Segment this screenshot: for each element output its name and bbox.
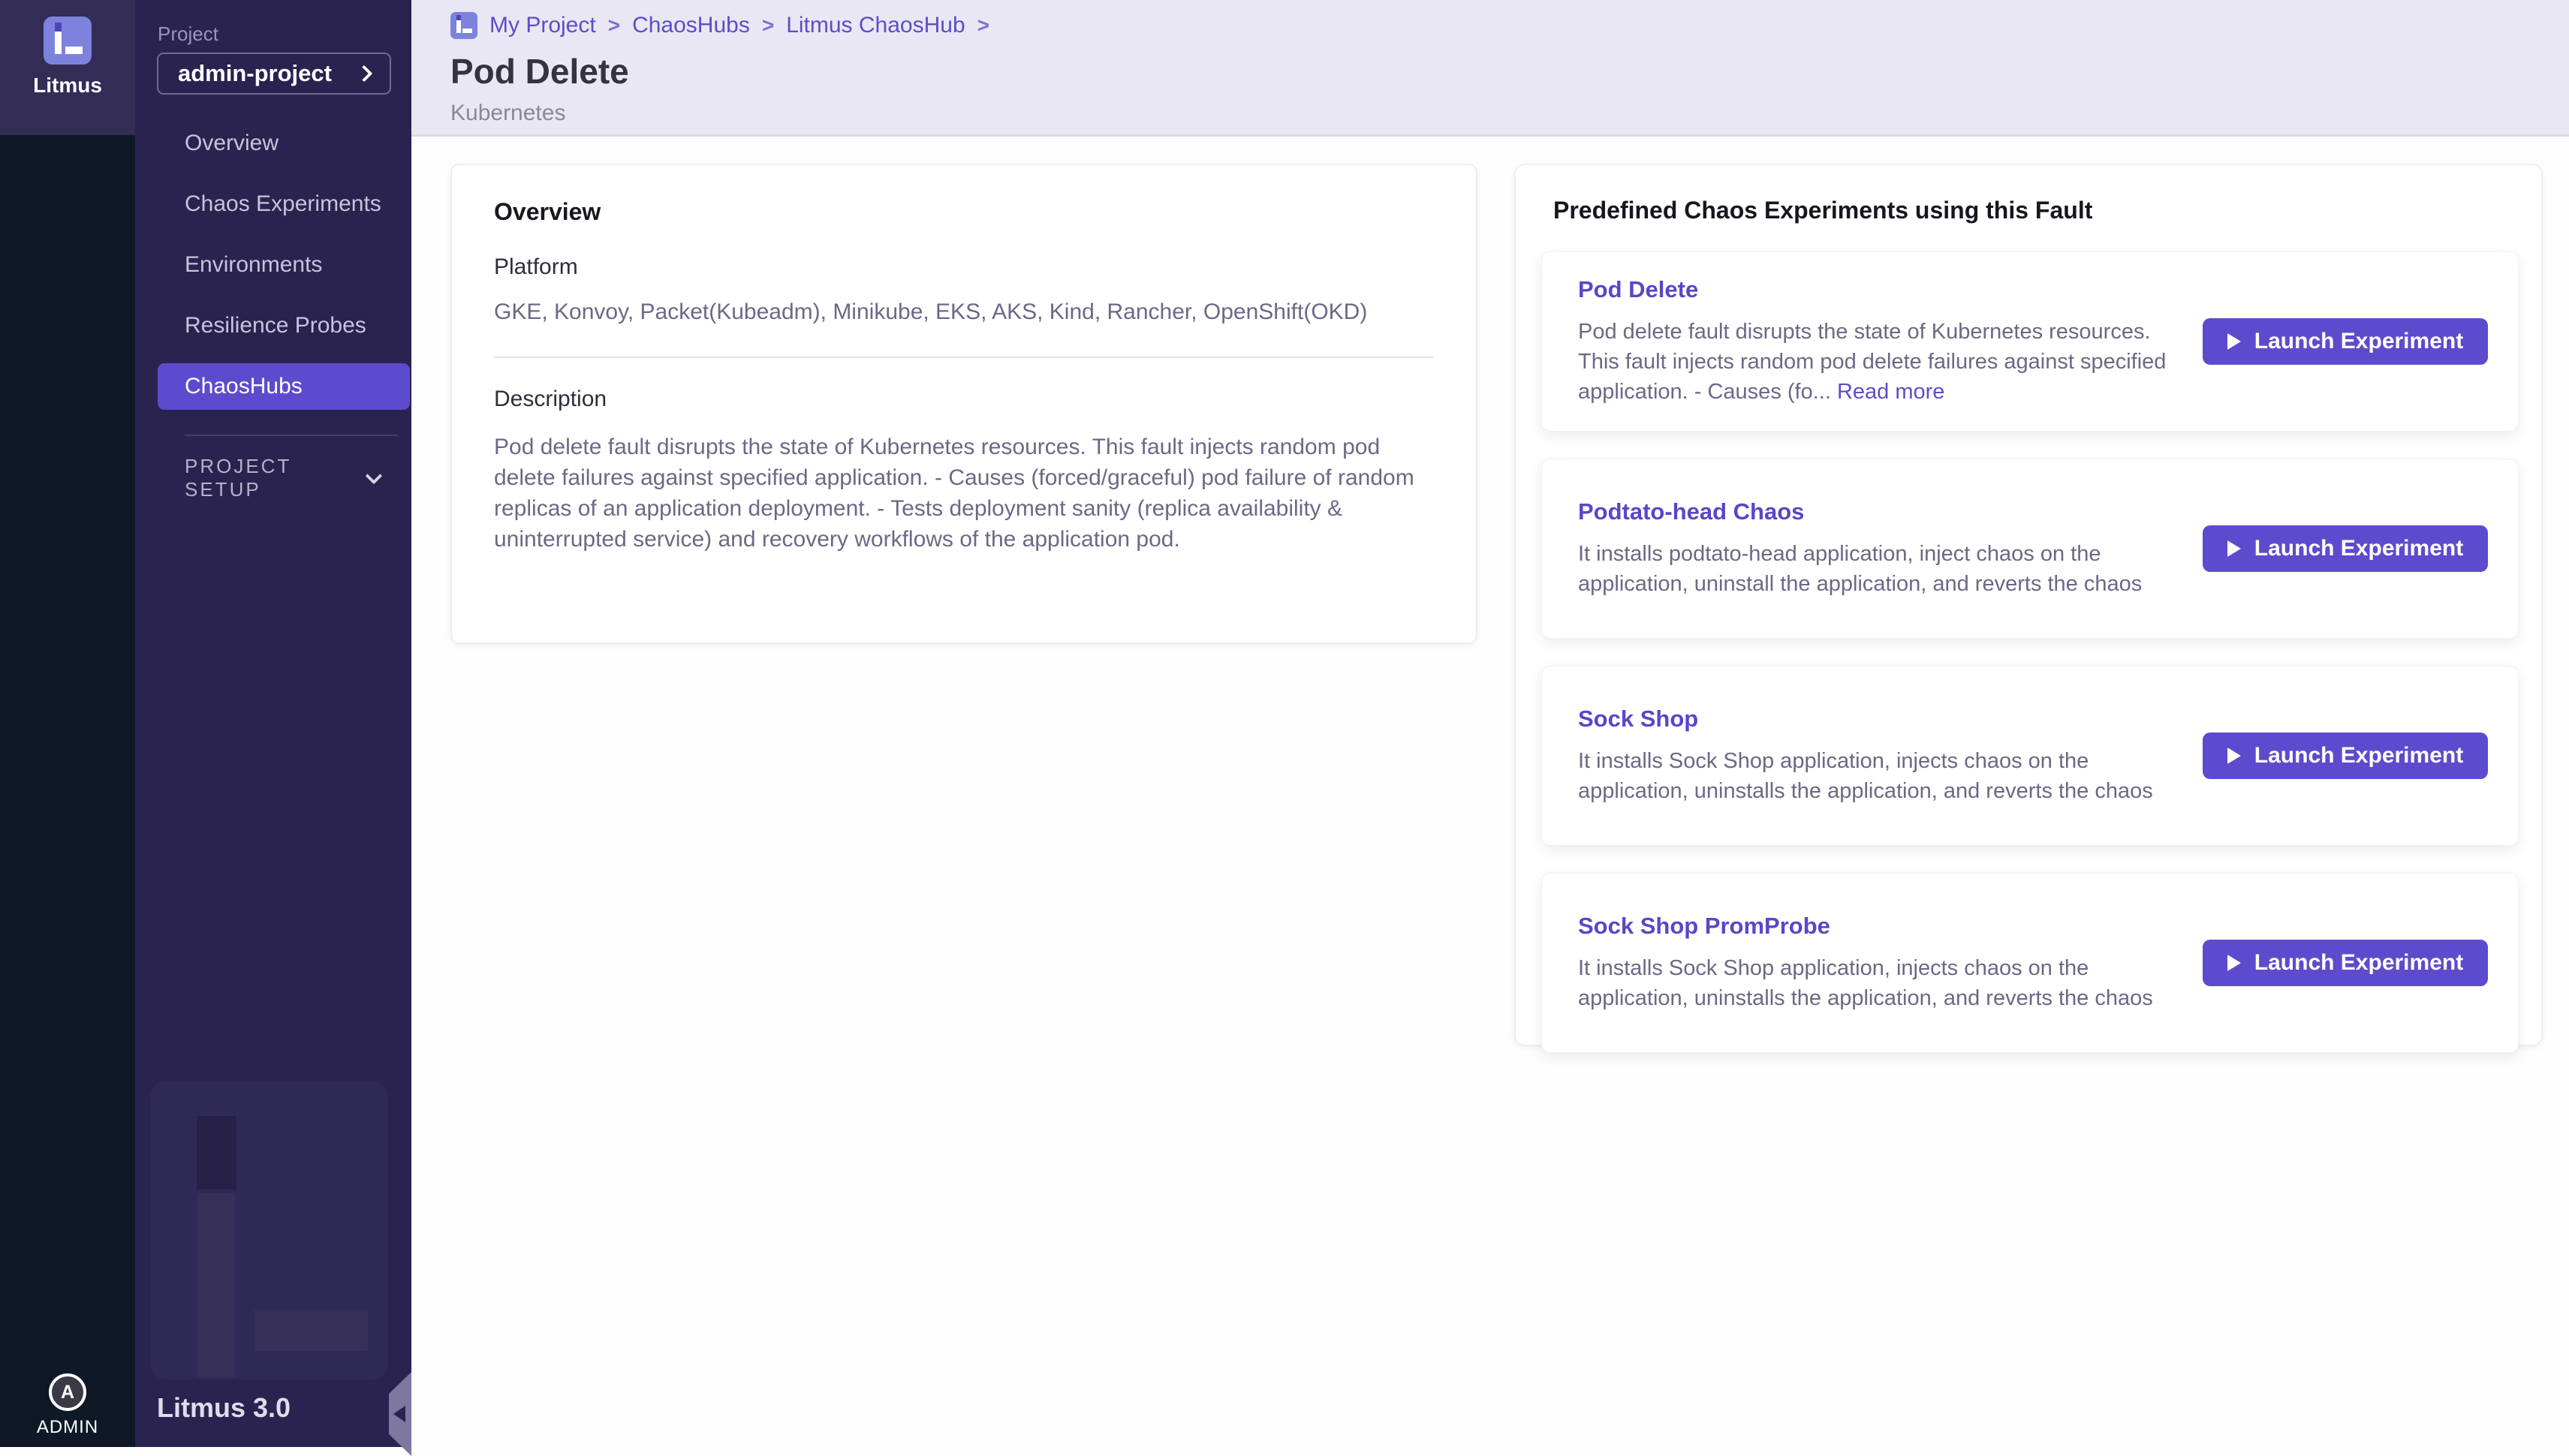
- breadcrumb-link-chaoshubs[interactable]: ChaosHubs: [632, 13, 750, 38]
- avatar-initial: A: [61, 1382, 74, 1403]
- collapse-arrow-icon: [393, 1406, 405, 1422]
- logo-horizontal-bar: [65, 47, 83, 54]
- chevron-right-icon: [356, 65, 373, 83]
- experiment-description: It installs Sock Shop application, injec…: [1578, 953, 2186, 1013]
- page-subtitle: Kubernetes: [450, 101, 565, 126]
- launch-experiment-button[interactable]: Launch Experiment: [2203, 318, 2488, 365]
- play-icon: [2227, 748, 2241, 764]
- experiment-text: Podtato-head Chaos It installs podtato-h…: [1578, 498, 2186, 599]
- experiment-card-sock-shop-promprobe: Sock Shop PromProbe It installs Sock Sho…: [1541, 873, 2519, 1053]
- experiment-card-podtato-head: Podtato-head Chaos It installs podtato-h…: [1541, 459, 2519, 639]
- experiment-description-text: It installs podtato-head application, in…: [1578, 542, 2142, 596]
- launch-experiment-button[interactable]: Launch Experiment: [2203, 940, 2488, 986]
- experiment-text: Sock Shop It installs Sock Shop applicat…: [1578, 705, 2186, 806]
- play-icon: [2227, 333, 2241, 350]
- logo-vertical-bar: [456, 20, 460, 33]
- user-block: A ADMIN: [0, 1373, 135, 1438]
- experiment-text: Sock Shop PromProbe It installs Sock Sho…: [1578, 913, 2186, 1013]
- overview-card: Overview Platform GKE, Konvoy, Packet(Ku…: [450, 164, 1477, 644]
- launch-experiment-button[interactable]: Launch Experiment: [2203, 525, 2488, 572]
- experiment-text: Pod Delete Pod delete fault disrupts the…: [1578, 276, 2186, 407]
- project-selector-value: admin-project: [178, 60, 332, 87]
- description-value: Pod delete fault disrupts the state of K…: [494, 432, 1434, 555]
- platform-value: GKE, Konvoy, Packet(Kubeadm), Minikube, …: [494, 299, 1434, 325]
- rail-brand-block: Litmus: [0, 0, 135, 135]
- collapse-sidebar-button[interactable]: [389, 1372, 411, 1456]
- brand-name: Litmus: [0, 74, 135, 98]
- experiments-heading: Predefined Chaos Experiments using this …: [1553, 197, 2519, 224]
- breadcrumb-link-my-project[interactable]: My Project: [489, 13, 596, 38]
- launch-experiment-button[interactable]: Launch Experiment: [2203, 733, 2488, 779]
- experiment-description: It installs podtato-head application, in…: [1578, 539, 2186, 599]
- breadcrumb-separator: >: [608, 14, 620, 38]
- sidebar-item-overview[interactable]: Overview: [158, 120, 410, 167]
- sidebar-divider: [185, 435, 398, 436]
- main-content: Overview Platform GKE, Konvoy, Packet(Ku…: [411, 137, 2569, 1447]
- left-rail: Litmus A ADMIN: [0, 0, 135, 1447]
- experiment-card-pod-delete: Pod Delete Pod delete fault disrupts the…: [1541, 251, 2519, 432]
- user-role-label: ADMIN: [0, 1417, 135, 1438]
- logo-horizontal-bar: [462, 29, 472, 33]
- app-window: { "colors":{ "accent":"#5d4bce", "link":…: [0, 0, 2569, 1447]
- experiment-card-sock-shop: Sock Shop It installs Sock Shop applicat…: [1541, 666, 2519, 846]
- project-setup-label: PROJECT SETUP: [185, 455, 368, 501]
- overview-heading: Overview: [494, 198, 1434, 226]
- sidebar-item-label: Resilience Probes: [185, 313, 366, 338]
- experiment-description-text: It installs Sock Shop application, injec…: [1578, 749, 2153, 803]
- sidebar-item-label: Environments: [185, 252, 322, 278]
- experiment-description: It installs Sock Shop application, injec…: [1578, 746, 2186, 806]
- sidebar-nav: Overview Chaos Experiments Environments …: [135, 120, 411, 410]
- overview-divider: [494, 356, 1434, 358]
- sidebar-item-label: ChaosHubs: [185, 374, 303, 399]
- launch-button-label: Launch Experiment: [2254, 536, 2463, 561]
- litmus-logo-icon[interactable]: [44, 17, 92, 65]
- breadcrumb-litmus-icon: [450, 12, 477, 39]
- sidebar-item-environments[interactable]: Environments: [158, 242, 410, 288]
- version-label: Litmus 3.0: [157, 1392, 291, 1424]
- logo-tick: [55, 23, 62, 32]
- read-more-link[interactable]: Read more: [1837, 380, 1944, 404]
- project-selector[interactable]: admin-project: [157, 53, 391, 95]
- breadcrumb: My Project > ChaosHubs > Litmus ChaosHub…: [450, 12, 989, 39]
- sidebar-item-label: Chaos Experiments: [185, 191, 381, 217]
- play-icon: [2227, 540, 2241, 557]
- platform-label: Platform: [494, 254, 1434, 280]
- launch-button-label: Launch Experiment: [2254, 950, 2463, 976]
- sidebar-item-chaoshubs[interactable]: ChaosHubs: [158, 363, 410, 410]
- breadcrumb-separator: >: [977, 14, 989, 38]
- project-label: Project: [158, 23, 218, 46]
- project-setup-toggle[interactable]: PROJECT SETUP: [185, 459, 380, 497]
- breadcrumb-link-litmus-chaoshub[interactable]: Litmus ChaosHub: [786, 13, 965, 38]
- play-icon: [2227, 955, 2241, 971]
- watermark-horizontal-bar: [254, 1310, 368, 1351]
- experiment-title[interactable]: Pod Delete: [1578, 276, 2186, 303]
- logo-tick: [456, 15, 460, 20]
- watermark-tick: [197, 1116, 236, 1190]
- launch-button-label: Launch Experiment: [2254, 329, 2463, 354]
- experiments-list: Pod Delete Pod delete fault disrupts the…: [1541, 251, 2519, 1053]
- experiment-description: Pod delete fault disrupts the state of K…: [1578, 317, 2186, 407]
- experiment-description-text: It installs Sock Shop application, injec…: [1578, 956, 2153, 1010]
- sidebar-item-resilience-probes[interactable]: Resilience Probes: [158, 302, 410, 349]
- experiment-title[interactable]: Sock Shop: [1578, 705, 2186, 733]
- experiment-title[interactable]: Podtato-head Chaos: [1578, 498, 2186, 525]
- description-label: Description: [494, 387, 1434, 412]
- breadcrumb-separator: >: [762, 14, 774, 38]
- experiment-title[interactable]: Sock Shop PromProbe: [1578, 913, 2186, 940]
- predefined-experiments-panel: Predefined Chaos Experiments using this …: [1514, 164, 2543, 1046]
- watermark-vertical-bar: [197, 1193, 235, 1377]
- sidebar-item-label: Overview: [185, 131, 279, 156]
- page-title: Pod Delete: [450, 51, 629, 92]
- sidebar: Project admin-project Overview Chaos Exp…: [135, 0, 411, 1447]
- sidebar-item-chaos-experiments[interactable]: Chaos Experiments: [158, 181, 410, 227]
- litmus-watermark: [150, 1081, 388, 1379]
- page-header: My Project > ChaosHubs > Litmus ChaosHub…: [411, 0, 2569, 137]
- logo-vertical-bar: [55, 32, 62, 54]
- launch-button-label: Launch Experiment: [2254, 743, 2463, 769]
- avatar[interactable]: A: [49, 1373, 86, 1411]
